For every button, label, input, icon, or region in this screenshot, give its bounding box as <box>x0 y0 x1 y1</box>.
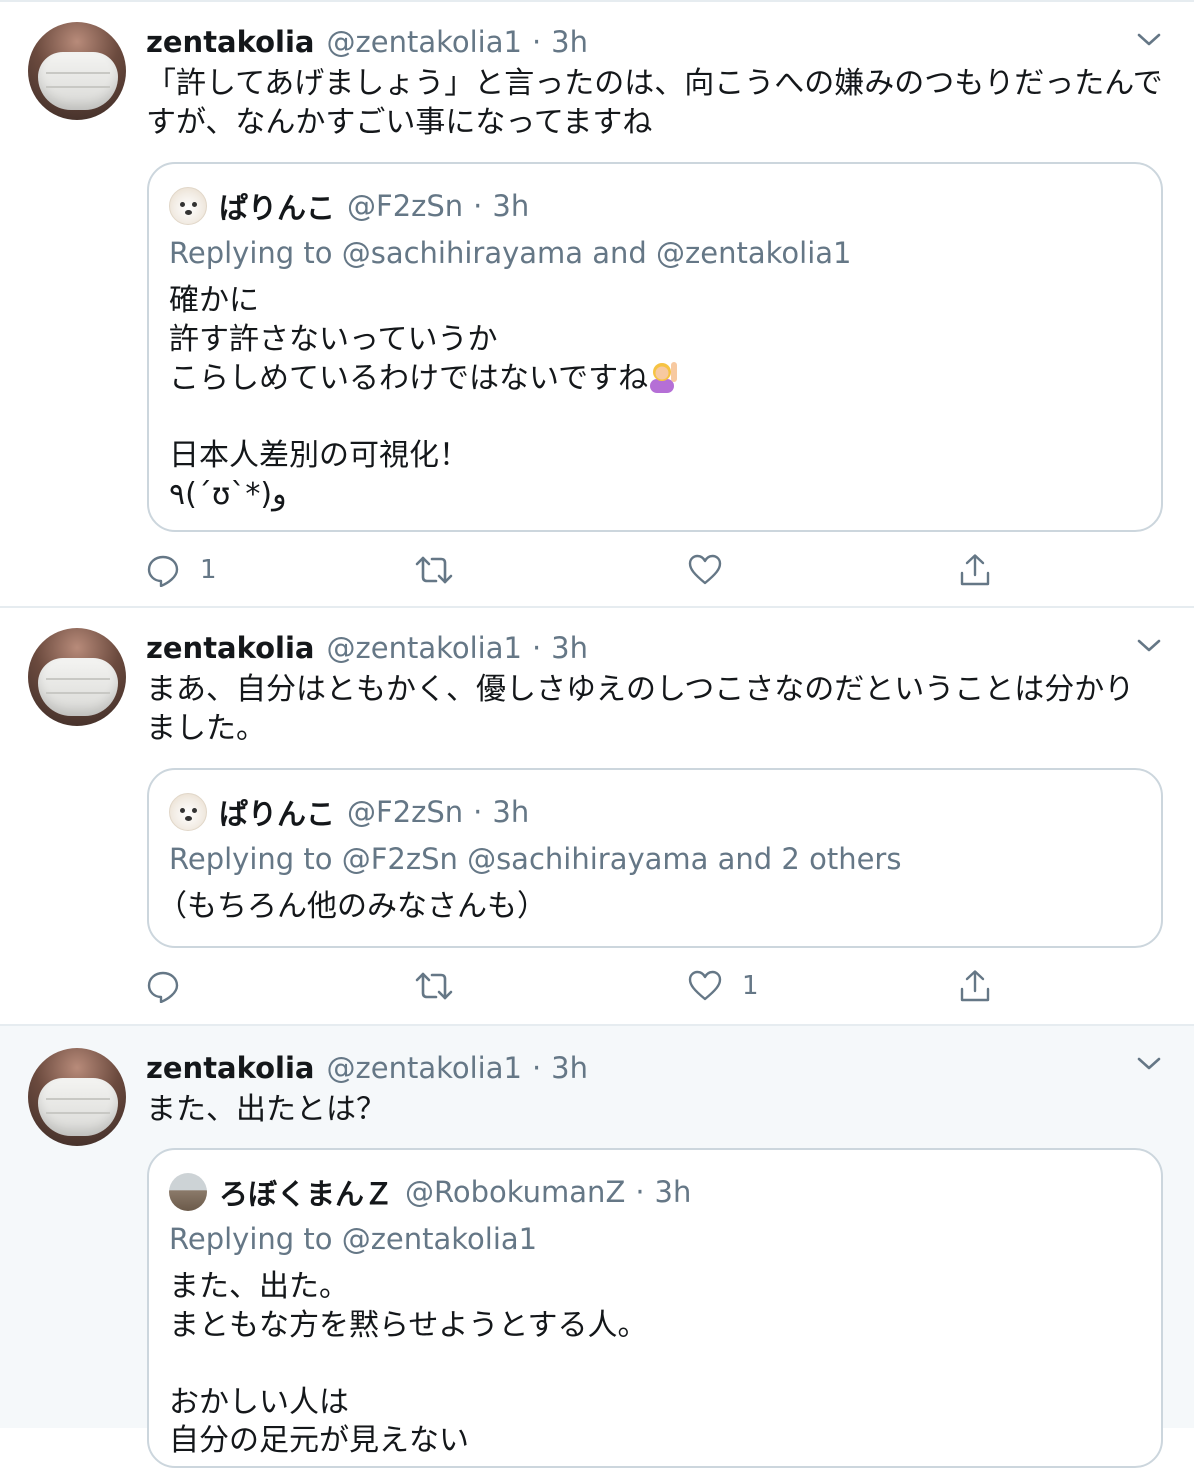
reply-icon <box>147 971 179 1003</box>
user-handle[interactable]: @zentakolia1 <box>327 1051 522 1085</box>
like-count: 1 <box>742 971 759 1001</box>
share-button[interactable] <box>958 966 992 1006</box>
timestamp: 3h <box>492 189 530 223</box>
tweet-text: まあ、自分はともかく、優しさゆえのしつこさなのだということは分かり ました。 <box>146 672 1135 746</box>
tweet-text: また、出たとは？ <box>146 1092 386 1127</box>
quoted-tweet-text: また、出た。 まともな方を黙らせようとする人。 おかしい人は 自分の足元が見えな… <box>169 1269 648 1458</box>
chevron-down-icon[interactable] <box>1136 30 1162 50</box>
separator: · <box>473 795 483 829</box>
user-handle: @F2zSn <box>347 189 464 223</box>
timestamp[interactable]: 3h <box>551 25 588 59</box>
retweet-button[interactable] <box>414 966 454 1006</box>
tweet-header: zentakolia @zentakolia1 · 3h <box>146 628 588 668</box>
display-name[interactable]: zentakolia <box>146 25 315 59</box>
quoted-tweet-header: ろぼくまんＺ @RobokumanZ · 3h <box>169 1172 691 1212</box>
replying-to: Replying to @sachihirayama and @zentakol… <box>169 236 852 270</box>
separator: · <box>531 631 542 665</box>
reply-button[interactable]: 1 <box>146 550 217 590</box>
tweet-header: zentakolia @zentakolia1 · 3h <box>146 22 588 62</box>
replying-to: Replying to @zentakolia1 <box>169 1222 538 1256</box>
user-handle: @F2zSn <box>347 795 464 829</box>
tweet-actions: 1 <box>146 966 1046 1006</box>
retweet-icon <box>415 556 453 584</box>
share-button[interactable] <box>958 550 992 590</box>
replying-to: Replying to @F2zSn @sachihirayama and 2 … <box>169 842 902 876</box>
avatar <box>169 187 207 225</box>
user-handle: @RobokumanZ <box>405 1175 626 1209</box>
heart-icon <box>688 554 722 585</box>
display-name[interactable]: zentakolia <box>146 631 315 665</box>
separator: · <box>531 25 542 59</box>
timeline: zentakolia @zentakolia1 · 3h 「許してあげましょう」… <box>0 0 1194 1468</box>
tweet-actions: 1 <box>146 550 1046 590</box>
tweet-text: 「許してあげましょう」と言ったのは、向こうへの嫌みのつもりだったんで すが、なん… <box>146 66 1163 140</box>
avatar[interactable] <box>28 628 126 726</box>
timestamp[interactable]: 3h <box>551 631 588 665</box>
quoted-tweet-header: ぱりんこ @F2zSn · 3h <box>169 186 529 226</box>
avatar <box>169 793 207 831</box>
separator: · <box>473 189 483 223</box>
share-icon <box>960 970 990 1002</box>
avatar <box>169 1173 207 1211</box>
quoted-tweet-header: ぱりんこ @F2zSn · 3h <box>169 792 529 832</box>
quoted-tweet[interactable]: ぱりんこ @F2zSn · 3h Replying to @sachihiray… <box>147 162 1163 532</box>
separator: · <box>635 1175 645 1209</box>
person-raising-hand-emoji <box>648 359 680 393</box>
avatar[interactable] <box>28 1048 126 1146</box>
display-name: ぱりんこ <box>219 191 336 225</box>
quoted-tweet[interactable]: ぱりんこ @F2zSn · 3h Replying to @F2zSn @sac… <box>147 768 1163 948</box>
quoted-tweet[interactable]: ろぼくまんＺ @RobokumanZ · 3h Replying to @zen… <box>147 1148 1163 1468</box>
user-handle[interactable]: @zentakolia1 <box>327 25 522 59</box>
display-name[interactable]: zentakolia <box>146 1051 315 1085</box>
retweet-icon <box>415 972 453 1000</box>
like-button[interactable] <box>688 550 742 590</box>
like-button[interactable]: 1 <box>688 966 759 1006</box>
reply-count: 1 <box>200 555 217 585</box>
user-handle[interactable]: @zentakolia1 <box>327 631 522 665</box>
tweet[interactable]: zentakolia @zentakolia1 · 3h まあ、自分はともかく、… <box>0 608 1194 1026</box>
chevron-down-icon[interactable] <box>1136 1054 1162 1074</box>
avatar[interactable] <box>28 22 126 120</box>
quoted-tweet-text: 確かに 許す許さないっていうか こらしめているわけではないですね 日本人差別の可… <box>169 282 1139 514</box>
heart-icon <box>688 970 722 1001</box>
timestamp: 3h <box>654 1175 692 1209</box>
tweet[interactable]: zentakolia @zentakolia1 · 3h 「許してあげましょう」… <box>0 0 1194 608</box>
quoted-text-part: 確かに 許す許さないっていうか こらしめているわけではないですね <box>169 283 649 396</box>
reply-button[interactable] <box>146 966 200 1006</box>
quoted-tweet-text: （もちろん他のみなさんも） <box>157 889 547 924</box>
retweet-button[interactable] <box>414 550 454 590</box>
separator: · <box>531 1051 542 1085</box>
display-name: ろぼくまんＺ <box>219 1177 394 1211</box>
chevron-down-icon[interactable] <box>1136 636 1162 656</box>
timestamp: 3h <box>492 795 530 829</box>
timestamp[interactable]: 3h <box>551 1051 588 1085</box>
display-name: ぱりんこ <box>219 797 336 831</box>
tweet-focused[interactable]: zentakolia @zentakolia1 · 3h また、出たとは？ ろぼ… <box>0 1026 1194 1468</box>
share-icon <box>960 554 990 586</box>
tweet-header: zentakolia @zentakolia1 · 3h <box>146 1048 588 1088</box>
reply-icon <box>147 555 179 587</box>
quoted-text-part: 日本人差別の可視化！ ٩(´ʊ`*)و <box>169 438 469 512</box>
